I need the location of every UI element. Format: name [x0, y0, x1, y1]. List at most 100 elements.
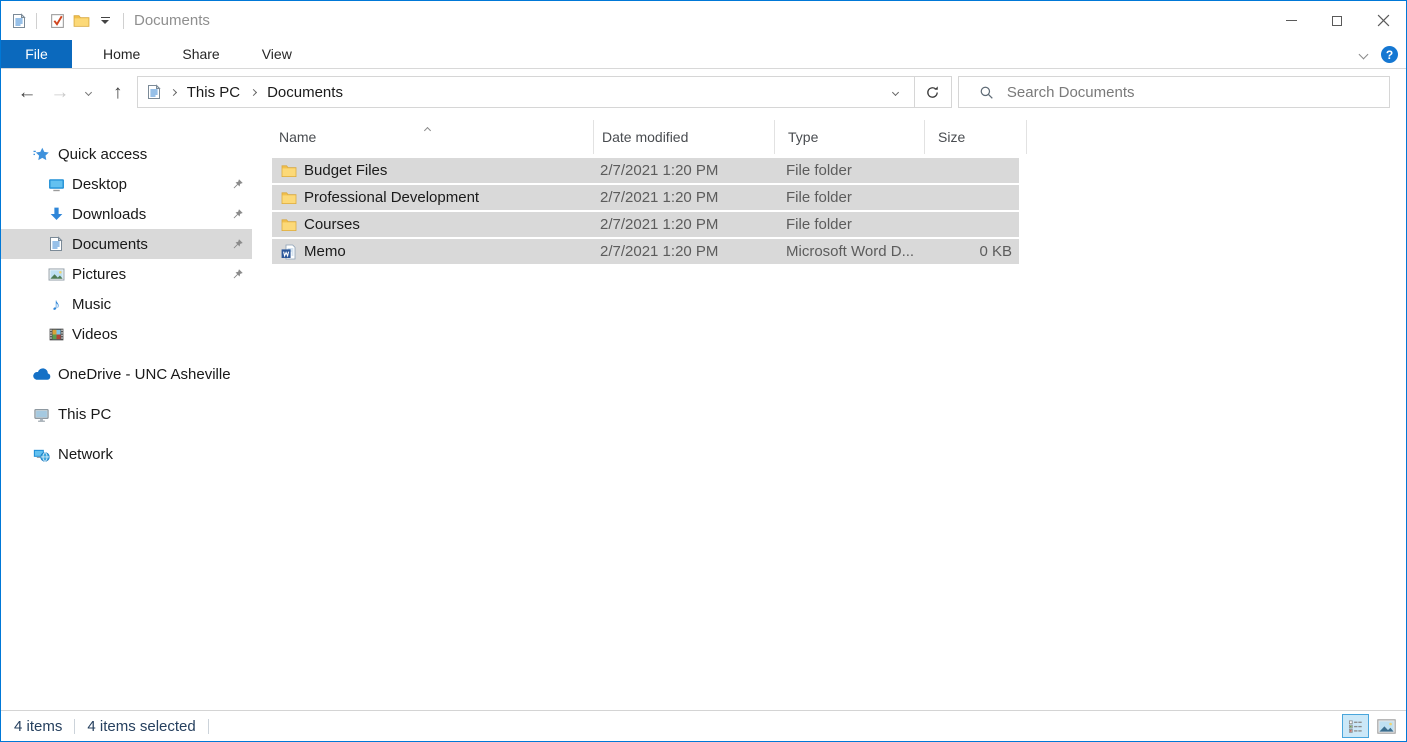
network-icon: [31, 446, 51, 463]
file-name: Courses: [304, 216, 360, 233]
file-type: Microsoft Word D...: [773, 243, 923, 260]
search-input[interactable]: [1007, 84, 1389, 101]
qat-customize-dropdown[interactable]: [95, 17, 115, 24]
breadcrumb-chevron-icon[interactable]: [171, 90, 176, 95]
refresh-icon: [925, 85, 940, 100]
breadcrumb-documents[interactable]: Documents: [258, 77, 352, 107]
column-header-type[interactable]: Type: [775, 120, 925, 154]
maximize-icon: [1332, 16, 1342, 26]
address-bar[interactable]: This PC Documents: [137, 76, 952, 108]
location-document-icon: [146, 84, 162, 100]
sidebar-item-this-pc[interactable]: This PC: [1, 399, 252, 429]
window-title: Documents: [134, 12, 210, 29]
sidebar-item-documents[interactable]: Documents: [1, 229, 252, 259]
file-row-professional-development[interactable]: Professional Development 2/7/2021 1:20 P…: [272, 185, 1019, 210]
chevron-down-icon: [892, 88, 899, 95]
status-bar: 4 items 4 items selected: [1, 710, 1406, 741]
pin-icon: [231, 208, 244, 221]
checkmark-box-icon: [49, 12, 66, 29]
forward-arrow-icon: →: [50, 83, 69, 102]
sidebar-item-label: Pictures: [72, 266, 126, 283]
file-date-modified: 2/7/2021 1:20 PM: [592, 216, 773, 233]
qat-checkmark-button[interactable]: [45, 8, 69, 34]
breadcrumb-chevron-icon[interactable]: [251, 90, 256, 95]
minimize-icon: [1286, 20, 1297, 21]
thumbnail-view-button[interactable]: [1373, 714, 1400, 738]
folder-icon: [280, 217, 297, 233]
file-date-modified: 2/7/2021 1:20 PM: [592, 162, 773, 179]
forward-button[interactable]: →: [45, 75, 75, 109]
download-arrow-icon: [46, 206, 66, 223]
sidebar-item-network[interactable]: Network: [1, 439, 252, 469]
folder-icon: [280, 190, 297, 206]
back-button[interactable]: ←: [9, 75, 45, 109]
folder-icon: [280, 163, 297, 179]
sidebar-item-label: This PC: [58, 406, 111, 423]
column-header-date-modified[interactable]: Date modified: [594, 120, 775, 154]
breadcrumb-this-pc[interactable]: This PC: [178, 77, 249, 107]
column-header-size[interactable]: Size: [925, 120, 1027, 154]
document-icon: [46, 236, 66, 252]
address-dropdown-button[interactable]: [878, 77, 914, 107]
tab-file[interactable]: File: [1, 40, 72, 68]
statusbar-divider: [74, 719, 75, 734]
ribbon-tab-bar: File Home Share View ?: [1, 40, 1406, 69]
maximize-button[interactable]: [1314, 1, 1360, 40]
sidebar-item-quick-access[interactable]: Quick access: [1, 139, 252, 169]
sidebar-item-downloads[interactable]: Downloads: [1, 199, 252, 229]
view-switcher: [1342, 714, 1400, 738]
help-button[interactable]: ?: [1381, 46, 1398, 63]
picture-icon: [46, 266, 66, 283]
quick-access-star-icon: [31, 146, 51, 163]
sidebar-item-desktop[interactable]: Desktop: [1, 169, 252, 199]
file-date-modified: 2/7/2021 1:20 PM: [592, 189, 773, 206]
file-type: File folder: [773, 189, 923, 206]
chevron-down-icon: [85, 88, 92, 95]
details-view-button[interactable]: [1342, 714, 1369, 738]
column-header-name[interactable]: Name: [272, 120, 594, 154]
desktop-icon: [46, 176, 66, 193]
file-name: Budget Files: [304, 162, 387, 179]
column-headers: Name Date modified Type Size: [272, 120, 1406, 154]
file-date-modified: 2/7/2021 1:20 PM: [592, 243, 773, 260]
file-explorer-window: Documents File Home Share View ? ← → ↑: [0, 0, 1407, 742]
file-type: File folder: [773, 216, 923, 233]
file-type: File folder: [773, 162, 923, 179]
sidebar-item-pictures[interactable]: Pictures: [1, 259, 252, 289]
recent-locations-button[interactable]: [75, 75, 103, 109]
close-button[interactable]: [1360, 1, 1406, 40]
navigation-bar: ← → ↑ This PC Documents: [1, 69, 1406, 115]
sidebar-item-videos[interactable]: Videos: [1, 319, 252, 349]
film-icon: [46, 326, 66, 343]
window-controls: [1268, 1, 1406, 40]
tab-view[interactable]: View: [241, 40, 313, 68]
sidebar-item-onedrive[interactable]: OneDrive - UNC Asheville: [1, 359, 252, 389]
sidebar-item-label: Quick access: [58, 146, 147, 163]
search-icon: [979, 85, 994, 100]
pin-icon: [231, 178, 244, 191]
qat-new-folder-button[interactable]: [69, 8, 93, 34]
file-size: 0 KB: [923, 243, 1018, 260]
sidebar-item-label: Desktop: [72, 176, 127, 193]
minimize-button[interactable]: [1268, 1, 1314, 40]
titlebar-divider: [123, 13, 124, 29]
tab-share[interactable]: Share: [161, 40, 240, 68]
up-button[interactable]: ↑: [103, 75, 133, 109]
titlebar: Documents: [1, 1, 1406, 40]
sidebar-item-music[interactable]: ♪ Music: [1, 289, 252, 319]
file-name: Professional Development: [304, 189, 479, 206]
refresh-button[interactable]: [914, 77, 951, 107]
sidebar-item-label: Documents: [72, 236, 148, 253]
navigation-pane: Quick access Desktop Downloads: [1, 115, 252, 710]
music-note-icon: ♪: [46, 296, 66, 313]
sidebar-item-label: OneDrive - UNC Asheville: [58, 366, 231, 383]
titlebar-divider: [36, 13, 37, 29]
tab-home[interactable]: Home: [82, 40, 161, 68]
file-row-courses[interactable]: Courses 2/7/2021 1:20 PM File folder: [272, 212, 1019, 237]
pin-icon: [231, 268, 244, 281]
file-row-memo[interactable]: Memo 2/7/2021 1:20 PM Microsoft Word D..…: [272, 239, 1019, 264]
file-row-budget-files[interactable]: Budget Files 2/7/2021 1:20 PM File folde…: [272, 158, 1019, 183]
folder-icon: [73, 12, 90, 29]
sidebar-item-label: Network: [58, 446, 113, 463]
expand-ribbon-chevron-icon[interactable]: [1359, 50, 1369, 60]
